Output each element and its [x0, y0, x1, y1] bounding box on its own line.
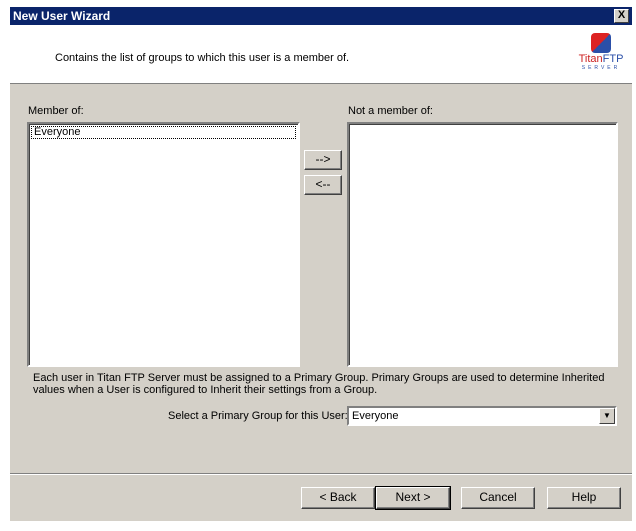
- primary-group-select[interactable]: Everyone ▼: [347, 406, 617, 426]
- not-member-of-label: Not a member of:: [348, 105, 433, 117]
- member-of-label: Member of:: [28, 105, 84, 117]
- not-member-of-list[interactable]: [347, 122, 618, 367]
- back-button[interactable]: < Back: [301, 487, 375, 509]
- add-to-member-button[interactable]: -->: [304, 150, 342, 170]
- help-button[interactable]: Help: [547, 487, 621, 509]
- logo-text: Titan: [578, 53, 603, 65]
- close-button[interactable]: X: [614, 9, 629, 23]
- title-bar: New User Wizard X: [10, 7, 632, 25]
- logo-tagline: SERVER: [581, 65, 621, 71]
- header-description: Contains the list of groups to which thi…: [55, 52, 350, 64]
- list-item[interactable]: Everyone: [31, 126, 296, 139]
- cancel-button[interactable]: Cancel: [461, 487, 535, 509]
- primary-group-label: Select a Primary Group for this User:: [168, 410, 348, 422]
- dropdown-arrow-icon[interactable]: ▼: [599, 408, 615, 424]
- window-title: New User Wizard: [13, 9, 111, 23]
- next-button[interactable]: Next >: [375, 486, 451, 510]
- wizard-window: New User Wizard X Contains the list of g…: [10, 7, 632, 521]
- logo-text-ftp: FTP: [602, 53, 624, 65]
- footer-divider: [10, 473, 632, 475]
- wizard-header: Contains the list of groups to which thi…: [10, 25, 632, 84]
- remove-from-member-button[interactable]: <--: [304, 175, 342, 195]
- logo-icon: [591, 33, 611, 53]
- titan-ftp-logo: TitanFTP SERVER: [576, 33, 626, 71]
- member-of-list[interactable]: Everyone: [27, 122, 300, 367]
- primary-group-info: Each user in Titan FTP Server must be as…: [33, 372, 605, 396]
- primary-group-value: Everyone: [352, 410, 399, 422]
